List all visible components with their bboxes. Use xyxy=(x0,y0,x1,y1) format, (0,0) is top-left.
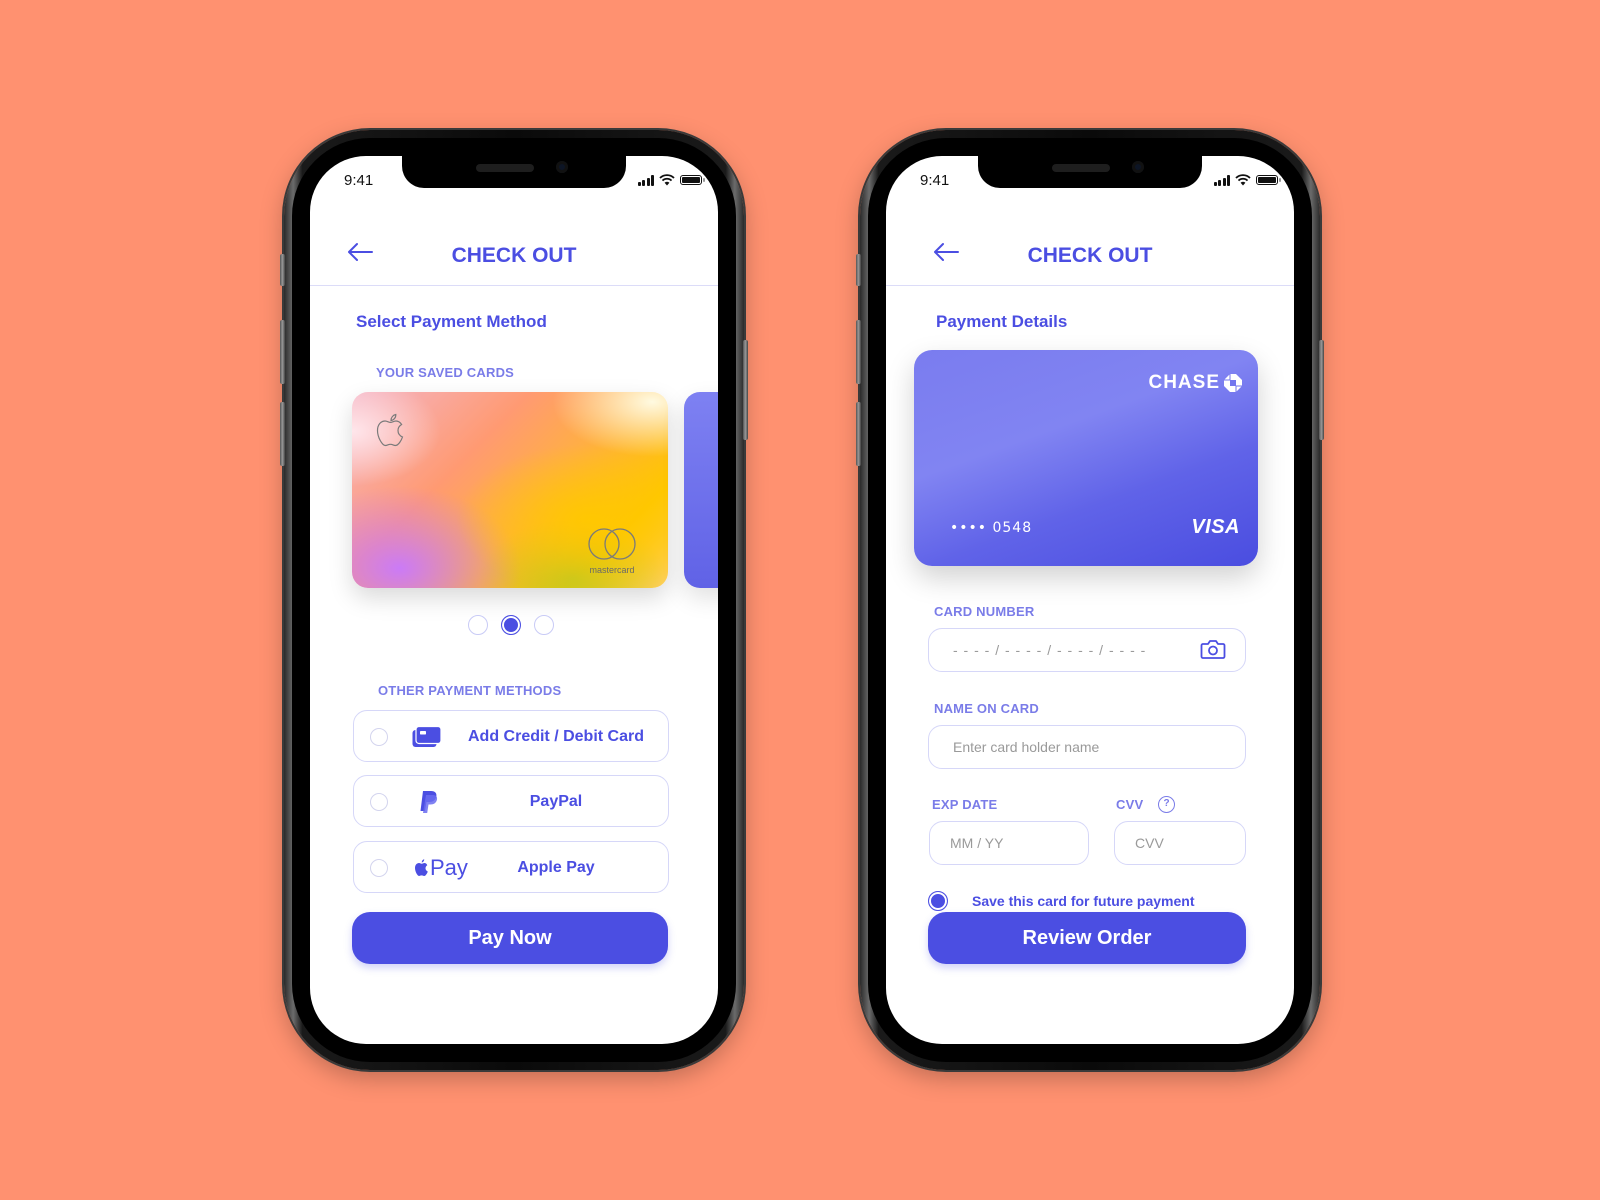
radio-apple-pay[interactable] xyxy=(370,859,388,877)
signal-icon xyxy=(637,174,654,186)
page-title: CHECK OUT xyxy=(1027,244,1153,267)
card-number-label: CARD NUMBER xyxy=(934,604,1035,619)
screen: 9:41 CHECK OUT Payment Details CHASE •••… xyxy=(886,156,1294,1044)
card-number-input[interactable] xyxy=(928,628,1246,672)
status-time: 9:41 xyxy=(920,172,950,189)
carousel-dot[interactable] xyxy=(534,615,554,635)
battery-icon xyxy=(680,175,705,185)
volume-up-button xyxy=(280,320,285,384)
volume-down-button xyxy=(856,402,861,466)
mute-switch xyxy=(280,254,285,286)
status-time: 9:41 xyxy=(344,172,374,189)
mute-switch xyxy=(856,254,861,286)
status-icons xyxy=(1213,174,1281,186)
volume-up-button xyxy=(856,320,861,384)
power-button xyxy=(743,340,748,440)
paypal-icon xyxy=(418,789,438,815)
bank-name: CHASE xyxy=(1148,372,1220,393)
camera-icon[interactable] xyxy=(1200,638,1226,660)
status-icons xyxy=(637,174,705,186)
carousel-dot-active[interactable] xyxy=(501,615,521,635)
save-card-label: Save this card for future payment xyxy=(972,893,1195,909)
radio-paypal[interactable] xyxy=(370,793,388,811)
saved-card-apple[interactable]: mastercard xyxy=(352,392,668,588)
signal-icon xyxy=(1213,174,1230,186)
method-label: Apple Pay xyxy=(517,859,595,876)
help-icon[interactable]: ? xyxy=(1158,796,1175,813)
cvv-input[interactable] xyxy=(1114,821,1246,865)
method-label: Add Credit / Debit Card xyxy=(467,728,644,745)
volume-down-button xyxy=(280,402,285,466)
screen: 9:41 CHECK OUT Select Payment Method YOU… xyxy=(310,156,718,1044)
section-title: Payment Details xyxy=(936,312,1068,331)
exp-date-label: EXP DATE xyxy=(932,797,998,812)
saved-cards-label: YOUR SAVED CARDS xyxy=(376,365,515,380)
method-paypal[interactable]: PayPal xyxy=(353,775,669,827)
phone-frame-payment-details: 9:41 CHECK OUT Payment Details CHASE •••… xyxy=(856,130,1324,1070)
credit-card-icon xyxy=(412,724,442,750)
name-on-card-input[interactable] xyxy=(928,725,1246,769)
save-card-radio[interactable] xyxy=(928,891,948,911)
cvv-label: CVV xyxy=(1116,797,1144,812)
carousel-indicator xyxy=(468,615,554,635)
visa-logo: VISA xyxy=(1191,516,1240,538)
notch xyxy=(402,156,626,188)
selected-card-chase: CHASE •••• 0548 VISA xyxy=(914,350,1258,566)
name-on-card-label: NAME ON CARD xyxy=(934,701,1039,716)
header: CHECK OUT xyxy=(310,216,718,286)
other-methods-label: OTHER PAYMENT METHODS xyxy=(378,683,562,698)
chase-octagon-icon xyxy=(1224,374,1242,392)
pay-now-button[interactable]: Pay Now xyxy=(352,912,668,964)
page-title: CHECK OUT xyxy=(451,244,577,267)
phone-frame-select-payment: 9:41 CHECK OUT Select Payment Method YOU… xyxy=(280,130,748,1070)
method-label: PayPal xyxy=(529,793,583,810)
exp-date-input[interactable] xyxy=(929,821,1089,865)
mastercard-icon xyxy=(588,528,636,560)
wifi-icon xyxy=(1235,174,1251,186)
method-add-card[interactable]: Add Credit / Debit Card xyxy=(353,710,669,762)
mastercard-logo: mastercard xyxy=(582,526,642,575)
carousel-dot[interactable] xyxy=(468,615,488,635)
section-title: Select Payment Method xyxy=(356,312,547,331)
notch xyxy=(978,156,1202,188)
chase-logo: CHASE xyxy=(1148,372,1242,394)
saved-card-next-peek[interactable] xyxy=(684,392,718,588)
save-card-option[interactable]: Save this card for future payment xyxy=(928,890,1195,912)
header: CHECK OUT xyxy=(886,216,1294,286)
radio-add-card[interactable] xyxy=(370,728,388,746)
wifi-icon xyxy=(659,174,675,186)
apple-logo-icon xyxy=(376,413,404,447)
card-number-masked: •••• 0548 xyxy=(950,520,1033,536)
battery-icon xyxy=(1256,175,1281,185)
method-apple-pay[interactable]: Pay Apple Pay xyxy=(353,841,669,893)
review-order-button[interactable]: Review Order xyxy=(928,912,1246,964)
power-button xyxy=(1319,340,1324,440)
mastercard-text: mastercard xyxy=(589,565,635,575)
